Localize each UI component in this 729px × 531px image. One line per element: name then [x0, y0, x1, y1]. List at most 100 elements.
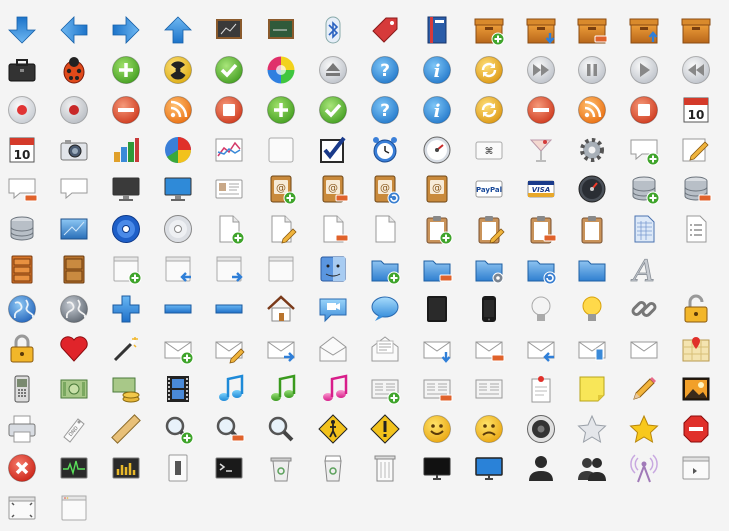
lock-open-icon [684, 294, 708, 323]
dnd-tag-icon: DND [63, 417, 85, 443]
music-note-green-icon [261, 369, 301, 409]
edit-icon [682, 138, 709, 162]
address-book-add-icon: @ [261, 169, 301, 209]
database-remove-icon [684, 176, 712, 202]
switch-icon [158, 448, 198, 488]
database-icon [10, 216, 34, 241]
info-icon: i [417, 90, 457, 130]
document-remove-icon [323, 215, 349, 243]
star-icon [629, 414, 659, 443]
mail-forward-icon [261, 329, 301, 369]
keyboard-key-icon: ⌘ [475, 141, 503, 160]
comment-add-icon [624, 130, 664, 170]
monitor-icon [106, 169, 146, 209]
remove-circle-icon [526, 95, 555, 124]
eject-icon [319, 55, 348, 84]
music-note-pink-icon [323, 374, 348, 401]
box-upload-icon [629, 18, 659, 44]
book-icon [427, 16, 447, 44]
add-circle-icon [106, 50, 146, 90]
folder-settings-icon [469, 249, 509, 289]
pause-icon [572, 50, 612, 90]
clipboard-edit-icon [469, 209, 509, 249]
document-remove-icon [313, 209, 353, 249]
database-remove-icon [676, 169, 716, 209]
info-icon: i [422, 55, 451, 84]
info-icon: i [422, 95, 451, 124]
speaker-icon [526, 414, 555, 443]
folder-icon [572, 249, 612, 289]
bulb-off-icon [521, 289, 561, 329]
star-empty-icon [577, 414, 607, 443]
folder-settings-icon [475, 260, 504, 284]
svg-text:⌘: ⌘ [484, 147, 493, 157]
help-icon: ? [370, 95, 399, 124]
mobile-phone-icon [2, 369, 42, 409]
rewind-icon [676, 50, 716, 90]
terminal-icon [215, 457, 243, 479]
box-upload-icon [624, 10, 664, 50]
svg-text:i: i [433, 61, 440, 82]
box-remove-icon [577, 18, 608, 44]
help-icon: ? [365, 90, 405, 130]
mail-letter-icon [365, 329, 405, 369]
window-small-icon [61, 495, 87, 521]
money-icon [54, 369, 94, 409]
window-forward-icon [216, 256, 244, 282]
tv-blue-icon [474, 457, 503, 481]
music-note-blue-icon [209, 369, 249, 409]
chalkboard-green-icon [261, 10, 301, 50]
mail-attachment-icon [572, 329, 612, 369]
mail-open-icon [319, 336, 347, 362]
video-chat-icon [313, 289, 353, 329]
remove-circle-icon [521, 90, 561, 130]
film-icon [158, 369, 198, 409]
arrow-up-icon [158, 10, 198, 50]
folder-remove-icon [423, 260, 453, 282]
rss-icon [158, 90, 198, 130]
application-icon [682, 456, 710, 480]
svg-text:10: 10 [688, 108, 705, 122]
gauge-icon [423, 136, 451, 164]
newspaper-add-icon [365, 369, 405, 409]
document-add-icon [219, 215, 245, 245]
mail-icon [624, 329, 664, 369]
box-download-icon [526, 18, 555, 44]
zoom-in-icon [165, 416, 194, 444]
document-edit-icon [271, 215, 297, 244]
folder-icon [578, 260, 606, 282]
users-icon [572, 448, 612, 488]
check-circle-icon [319, 95, 348, 124]
printer-icon [2, 409, 42, 449]
briefcase-icon [8, 58, 36, 82]
comment-icon [54, 169, 94, 209]
antenna-icon [630, 454, 658, 483]
blank-icon [261, 130, 301, 170]
check-circle-icon [215, 55, 244, 84]
box-icon [681, 18, 711, 44]
zoom-out-icon [217, 416, 245, 441]
line-chart-icon [215, 138, 243, 162]
spreadsheet-icon [624, 209, 664, 249]
note-pin-icon [531, 375, 550, 403]
address-book-add-icon: @ [270, 175, 297, 205]
remove-circle-icon [111, 95, 140, 124]
bulb-on-icon [582, 296, 602, 321]
photo-icon [682, 377, 710, 401]
heart-icon [54, 329, 94, 369]
activity-monitor-icon [60, 457, 88, 479]
address-book-remove-icon: @ [322, 175, 349, 203]
refresh-icon [469, 90, 509, 130]
drawer-wood-icon [63, 255, 85, 284]
address-book-icon: @ [417, 169, 457, 209]
help-icon: ? [365, 50, 405, 90]
stop-icon [630, 95, 659, 124]
search-icon [269, 416, 294, 441]
cd-icon [158, 209, 198, 249]
money-coins-icon [106, 369, 146, 409]
magic-wand-icon [113, 336, 138, 361]
lock-icon [2, 329, 42, 369]
drawer-wood-icon [54, 249, 94, 289]
folder-remove-icon [417, 249, 457, 289]
tablet-icon [426, 295, 447, 322]
